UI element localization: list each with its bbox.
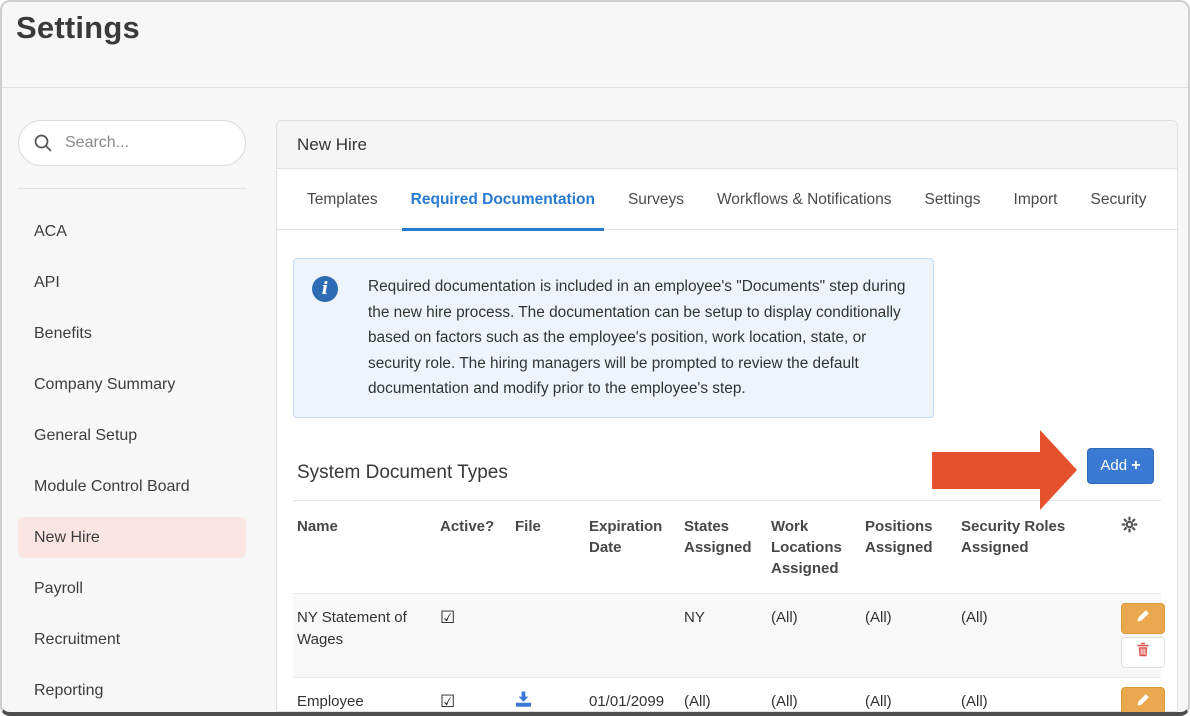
sidebar-item-payroll[interactable]: Payroll bbox=[18, 568, 246, 609]
row-security-roles-assigned: (All) bbox=[961, 687, 1121, 713]
sidebar-divider bbox=[18, 188, 246, 189]
col-security-roles-assigned: Security Roles Assigned bbox=[961, 501, 1121, 572]
col-expiration-date: Expiration Date bbox=[589, 501, 684, 572]
col-active: Active? bbox=[440, 501, 515, 551]
row-expiration-date: 01/01/2099 bbox=[589, 687, 684, 713]
search-input[interactable] bbox=[65, 134, 272, 152]
edit-button[interactable] bbox=[1121, 603, 1165, 634]
sidebar-item-aca[interactable]: ACA bbox=[18, 211, 246, 252]
table-row: NY Statement of Wages ☑ NY (All) (All) (… bbox=[293, 593, 1161, 677]
row-name: Employee Handbook bbox=[293, 687, 440, 716]
trash-icon bbox=[1136, 642, 1150, 662]
col-file: File bbox=[515, 501, 589, 551]
sidebar-item-company-summary[interactable]: Company Summary bbox=[18, 364, 246, 405]
pencil-icon bbox=[1136, 693, 1150, 712]
row-positions-assigned: (All) bbox=[865, 687, 961, 713]
active-checkbox-icon: ☑ bbox=[440, 603, 515, 630]
row-actions bbox=[1121, 603, 1173, 668]
col-states-assigned: States Assigned bbox=[684, 501, 771, 572]
add-button-label: Add bbox=[1100, 457, 1127, 474]
info-callout: i Required documentation is included in … bbox=[293, 258, 934, 418]
sidebar-item-reporting[interactable]: Reporting bbox=[18, 670, 246, 711]
table-settings-gear-icon[interactable] bbox=[1121, 501, 1161, 533]
col-work-locations-assigned: Work Locations Assigned bbox=[771, 501, 865, 593]
table-body: NY Statement of Wages ☑ NY (All) (All) (… bbox=[293, 593, 1161, 716]
sidebar-item-new-hire[interactable]: New Hire bbox=[18, 517, 246, 558]
top-divider bbox=[2, 87, 1188, 88]
sidebar-item-module-control-board[interactable]: Module Control Board bbox=[18, 466, 246, 507]
table-row: Employee Handbook ☑ 01/01/2099 (All) (Al… bbox=[293, 677, 1161, 716]
tab-import[interactable]: Import bbox=[1014, 169, 1058, 230]
sidebar-item-benefits[interactable]: Benefits bbox=[18, 313, 246, 354]
tab-bar: Templates Required Documentation Surveys… bbox=[277, 169, 1177, 230]
search-box[interactable] bbox=[18, 120, 246, 166]
row-expiration-date bbox=[589, 603, 684, 607]
section-title: System Document Types bbox=[297, 462, 508, 484]
tab-workflows-notifications[interactable]: Workflows & Notifications bbox=[717, 169, 892, 230]
info-icon: i bbox=[312, 276, 338, 302]
settings-page: Settings ACA API Benefits Company Summar… bbox=[0, 0, 1190, 716]
row-name: NY Statement of Wages bbox=[293, 603, 440, 651]
system-document-types-table: Name Active? File Expiration Date States… bbox=[293, 501, 1161, 716]
info-text: Required documentation is included in an… bbox=[368, 274, 915, 402]
search-icon bbox=[33, 133, 53, 153]
page-title: Settings bbox=[16, 10, 140, 46]
settings-sidebar: ACA API Benefits Company Summary General… bbox=[18, 120, 246, 716]
row-file bbox=[515, 603, 589, 607]
section-header: System Document Types Add + bbox=[293, 456, 1161, 501]
col-name: Name bbox=[293, 501, 440, 551]
tab-required-documentation[interactable]: Required Documentation bbox=[411, 169, 595, 230]
active-checkbox-icon: ☑ bbox=[440, 687, 515, 714]
row-work-locations-assigned: (All) bbox=[771, 603, 865, 629]
tab-surveys[interactable]: Surveys bbox=[628, 169, 684, 230]
new-hire-panel: New Hire Templates Required Documentatio… bbox=[276, 120, 1178, 712]
row-actions bbox=[1121, 687, 1173, 716]
row-work-locations-assigned: (All) bbox=[771, 687, 865, 713]
tab-settings[interactable]: Settings bbox=[925, 169, 981, 230]
sidebar-menu: ACA API Benefits Company Summary General… bbox=[18, 211, 246, 711]
sidebar-item-api[interactable]: API bbox=[18, 262, 246, 303]
panel-title: New Hire bbox=[277, 121, 1177, 169]
delete-button[interactable] bbox=[1121, 637, 1165, 668]
row-states-assigned: (All) bbox=[684, 687, 771, 713]
tab-templates[interactable]: Templates bbox=[307, 169, 378, 230]
row-states-assigned: NY bbox=[684, 603, 771, 629]
row-positions-assigned: (All) bbox=[865, 603, 961, 629]
add-button[interactable]: Add + bbox=[1087, 448, 1154, 484]
file-download-icon[interactable] bbox=[515, 687, 589, 714]
row-security-roles-assigned: (All) bbox=[961, 603, 1121, 629]
col-positions-assigned: Positions Assigned bbox=[865, 501, 961, 572]
sidebar-item-recruitment[interactable]: Recruitment bbox=[18, 619, 246, 660]
table-header: Name Active? File Expiration Date States… bbox=[293, 501, 1161, 593]
pencil-icon bbox=[1136, 609, 1150, 628]
tab-security[interactable]: Security bbox=[1090, 169, 1146, 230]
sidebar-item-general-setup[interactable]: General Setup bbox=[18, 415, 246, 456]
plus-icon: + bbox=[1131, 457, 1140, 474]
edit-button[interactable] bbox=[1121, 687, 1165, 716]
